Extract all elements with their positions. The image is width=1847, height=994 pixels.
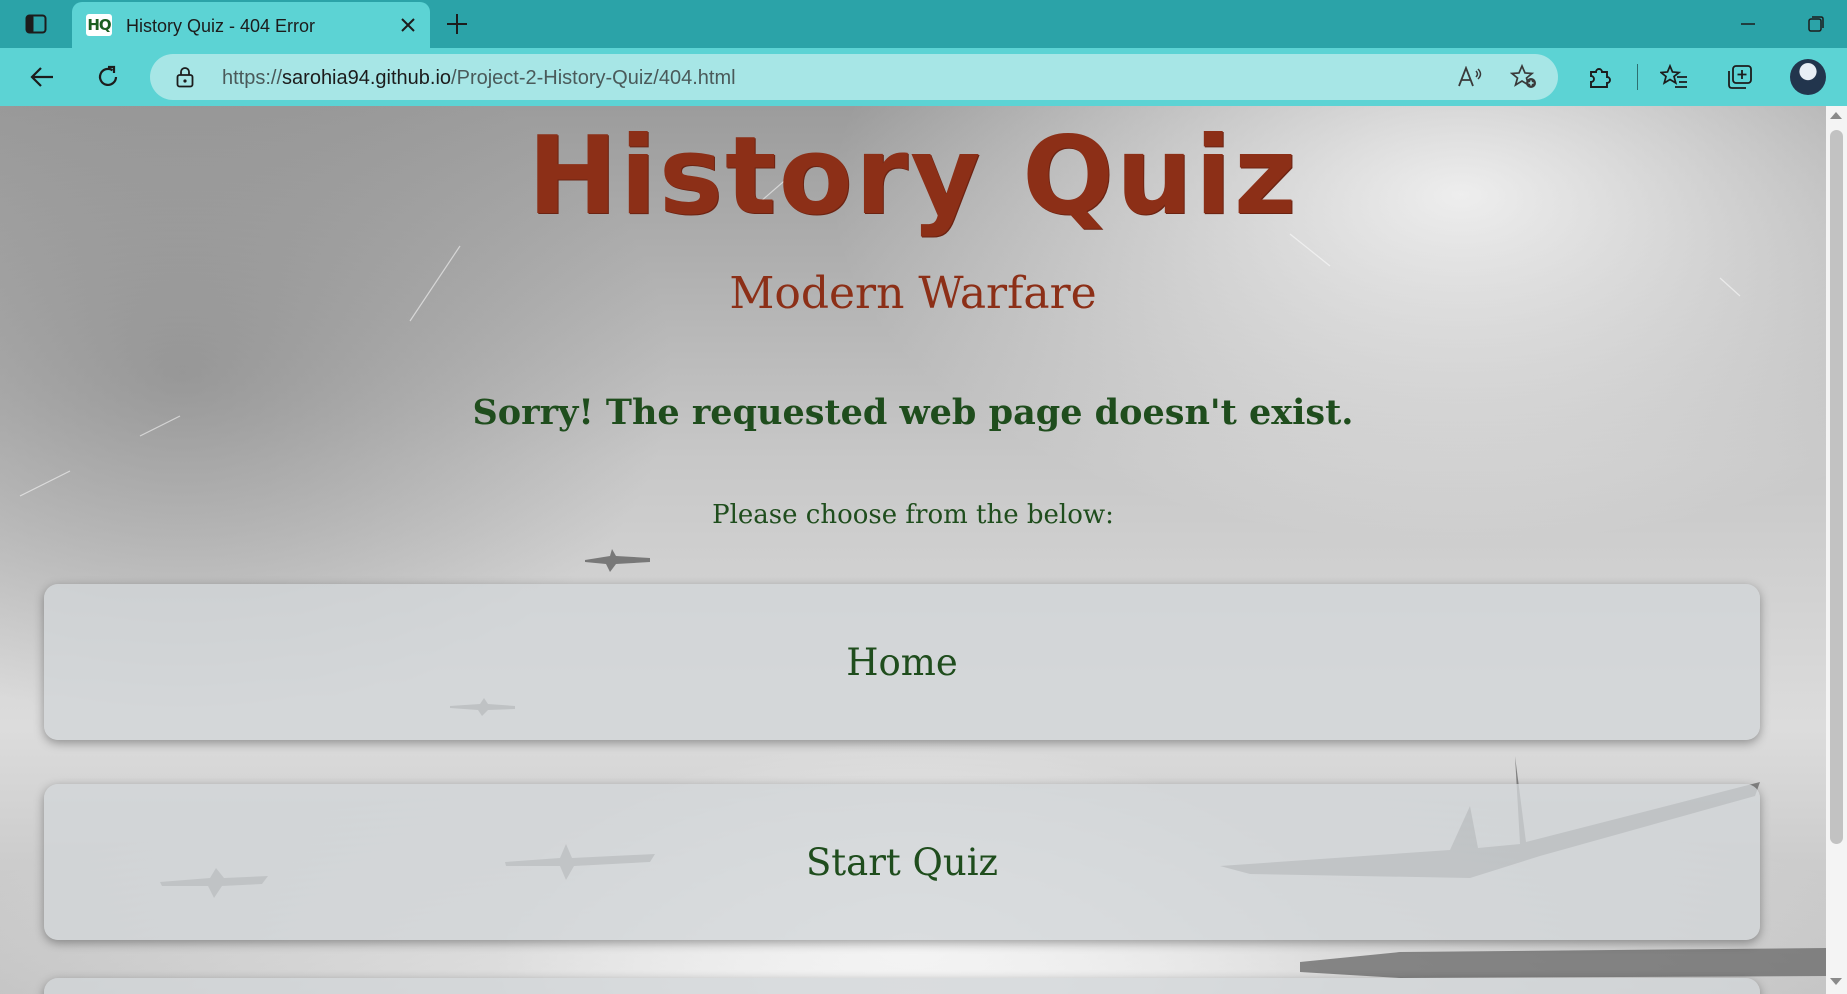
back-arrow-icon[interactable]	[24, 60, 60, 94]
address-bar[interactable]: https://sarohia94.github.io/Project-2-Hi…	[150, 54, 1558, 100]
url-host: sarohia94.github.io	[282, 67, 452, 89]
url-text[interactable]: https://sarohia94.github.io/Project-2-Hi…	[222, 67, 736, 90]
favorites-list-icon[interactable]	[1656, 60, 1692, 94]
lock-icon[interactable]	[176, 66, 194, 93]
tab-actions-icon[interactable]	[18, 12, 54, 36]
plus-icon[interactable]	[442, 10, 472, 38]
browser-toolbar: https://sarohia94.github.io/Project-2-Hi…	[0, 48, 1847, 106]
scroll-thumb[interactable]	[1830, 130, 1843, 844]
scroll-down-arrow-icon[interactable]	[1830, 978, 1842, 985]
collections-icon[interactable]	[1722, 60, 1758, 94]
page-scrollbar[interactable]	[1826, 106, 1847, 994]
start-quiz-button[interactable]: Start Quiz	[44, 784, 1760, 940]
minimize-icon[interactable]	[1730, 12, 1766, 36]
refresh-icon[interactable]	[90, 60, 126, 94]
read-aloud-icon[interactable]	[1454, 63, 1486, 91]
tab-bar: HQ History Quiz - 404 Error	[0, 0, 1847, 48]
avatar[interactable]	[1790, 59, 1826, 95]
maximize-icon[interactable]	[1798, 12, 1834, 36]
next-option-button-partial[interactable]	[44, 978, 1760, 994]
page-viewport: History Quiz Modern Warfare Sorry! The r…	[0, 106, 1826, 994]
url-path: /Project-2-History-Quiz/404.html	[451, 67, 736, 89]
star-plus-icon[interactable]	[1508, 63, 1540, 91]
tab-title: History Quiz - 404 Error	[126, 16, 316, 36]
close-icon[interactable]	[396, 13, 420, 37]
scroll-up-arrow-icon[interactable]	[1830, 112, 1842, 119]
puzzle-icon[interactable]	[1582, 60, 1618, 94]
site-title: History Quiz	[527, 114, 1299, 239]
active-tab[interactable]: HQ History Quiz - 404 Error	[72, 2, 430, 48]
toolbar-separator	[1637, 64, 1638, 90]
page-subtitle: Modern Warfare	[729, 268, 1097, 319]
favicon: HQ	[86, 14, 112, 36]
url-scheme: https://	[222, 67, 283, 89]
home-button[interactable]: Home	[44, 584, 1760, 740]
instruction-text: Please choose from the below:	[712, 500, 1114, 530]
error-message: Sorry! The requested web page doesn't ex…	[472, 392, 1354, 433]
